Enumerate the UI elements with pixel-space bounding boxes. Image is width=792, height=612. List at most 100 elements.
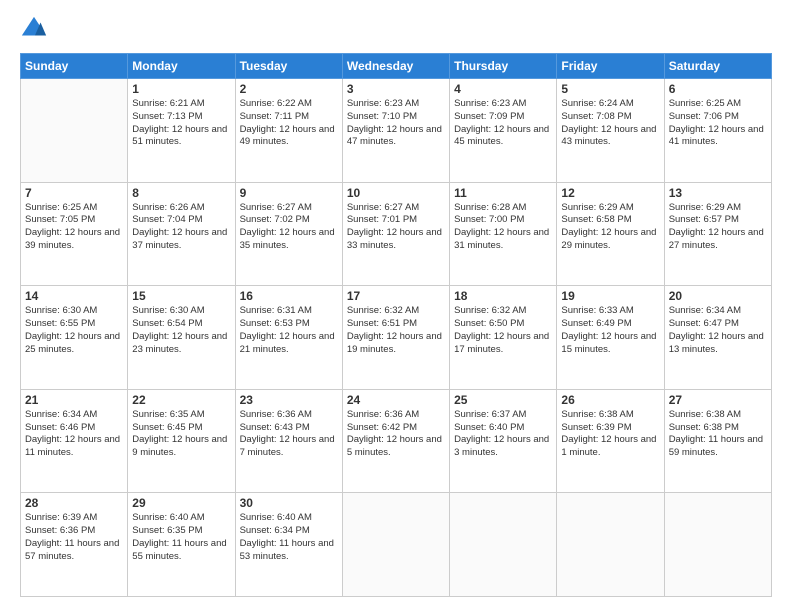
day-info: Sunrise: 6:33 AMSunset: 6:49 PMDaylight:… [561, 305, 659, 356]
day-info: Sunrise: 6:29 AMSunset: 6:58 PMDaylight:… [561, 202, 659, 253]
day-number: 5 [561, 82, 659, 96]
day-number: 17 [347, 289, 445, 303]
calendar-cell: 15Sunrise: 6:30 AMSunset: 6:54 PMDayligh… [128, 286, 235, 390]
calendar-cell: 28 Sunrise: 6:39 AMSunset: 6:36 PMDayligh… [21, 493, 128, 597]
day-info: Sunrise: 6:38 AMSunset: 6:38 PMDaylight:… [669, 409, 767, 460]
calendar-header: SundayMondayTuesdayWednesdayThursdayFrid… [21, 54, 772, 79]
weekday-header-friday: Friday [557, 54, 664, 79]
day-info: Sunrise: 6:25 AMSunset: 7:06 PMDaylight:… [669, 98, 767, 149]
calendar-cell: 4 Sunrise: 6:23 AMSunset: 7:09 PMDaylight… [450, 79, 557, 183]
day-info: Sunrise: 6:23 AMSunset: 7:10 PMDaylight:… [347, 98, 445, 149]
day-info: Sunrise: 6:31 AMSunset: 6:53 PMDaylight:… [240, 305, 338, 356]
calendar-cell: 14 Sunrise: 6:30 AMSunset: 6:55 PMDayligh… [21, 286, 128, 390]
day-number: 2 [240, 82, 338, 96]
calendar-cell [450, 493, 557, 597]
day-number: 25 [454, 393, 552, 407]
day-info: Sunrise: 6:28 AMSunset: 7:00 PMDaylight:… [454, 202, 552, 253]
day-info: Sunrise: 6:30 AMSunset: 6:55 PMDaylight:… [25, 305, 123, 356]
day-info: Sunrise: 6:23 AMSunset: 7:09 PMDaylight:… [454, 98, 552, 149]
day-number: 14 [25, 289, 123, 303]
day-number: 3 [347, 82, 445, 96]
calendar-cell: 18 Sunrise: 6:32 AMSunset: 6:50 PMDayligh… [450, 286, 557, 390]
calendar-week-0: 1 Sunrise: 6:21 AMSunset: 7:13 PMDaylight… [21, 79, 772, 183]
day-info: Sunrise: 6:40 AMSunset: 6:35 PMDaylight:… [132, 512, 230, 563]
calendar-cell: 6 Sunrise: 6:25 AMSunset: 7:06 PMDaylight… [664, 79, 771, 183]
calendar-cell [557, 493, 664, 597]
day-info: Sunrise: 6:38 AMSunset: 6:39 PMDaylight:… [561, 409, 659, 460]
calendar-cell: 26 Sunrise: 6:38 AMSunset: 6:39 PMDayligh… [557, 389, 664, 493]
day-number: 7 [25, 186, 123, 200]
day-number: 9 [240, 186, 338, 200]
day-number: 22 [132, 393, 230, 407]
day-number: 26 [561, 393, 659, 407]
weekday-row: SundayMondayTuesdayWednesdayThursdayFrid… [21, 54, 772, 79]
day-info: Sunrise: 6:22 AMSunset: 7:11 PMDaylight:… [240, 98, 338, 149]
day-number: 21 [25, 393, 123, 407]
header [20, 15, 772, 43]
day-info: Sunrise: 6:21 AMSunset: 7:13 PMDaylight:… [132, 98, 230, 149]
day-info: Sunrise: 6:27 AMSunset: 7:01 PMDaylight:… [347, 202, 445, 253]
day-info: Sunrise: 6:34 AMSunset: 6:46 PMDaylight:… [25, 409, 123, 460]
calendar-week-1: 7Sunrise: 6:25 AMSunset: 7:05 PMDaylight… [21, 182, 772, 286]
calendar-cell: 24 Sunrise: 6:36 AMSunset: 6:42 PMDayligh… [342, 389, 449, 493]
day-number: 12 [561, 186, 659, 200]
day-info: Sunrise: 6:39 AMSunset: 6:36 PMDaylight:… [25, 512, 123, 563]
weekday-header-thursday: Thursday [450, 54, 557, 79]
calendar-cell: 22Sunrise: 6:35 AMSunset: 6:45 PMDayligh… [128, 389, 235, 493]
calendar-cell: 11 Sunrise: 6:28 AMSunset: 7:00 PMDayligh… [450, 182, 557, 286]
calendar-week-2: 14 Sunrise: 6:30 AMSunset: 6:55 PMDayligh… [21, 286, 772, 390]
day-number: 1 [132, 82, 230, 96]
day-number: 24 [347, 393, 445, 407]
weekday-header-monday: Monday [128, 54, 235, 79]
day-number: 18 [454, 289, 552, 303]
day-number: 20 [669, 289, 767, 303]
logo-icon [20, 15, 48, 43]
calendar-cell: 12 Sunrise: 6:29 AMSunset: 6:58 PMDayligh… [557, 182, 664, 286]
day-info: Sunrise: 6:26 AMSunset: 7:04 PMDaylight:… [132, 202, 230, 253]
day-number: 10 [347, 186, 445, 200]
calendar-cell: 25 Sunrise: 6:37 AMSunset: 6:40 PMDayligh… [450, 389, 557, 493]
day-number: 27 [669, 393, 767, 407]
calendar-cell [342, 493, 449, 597]
calendar-cell: 10 Sunrise: 6:27 AMSunset: 7:01 PMDayligh… [342, 182, 449, 286]
day-number: 23 [240, 393, 338, 407]
day-info: Sunrise: 6:27 AMSunset: 7:02 PMDaylight:… [240, 202, 338, 253]
day-info: Sunrise: 6:36 AMSunset: 6:42 PMDaylight:… [347, 409, 445, 460]
day-info: Sunrise: 6:30 AMSunset: 6:54 PMDaylight:… [132, 305, 230, 356]
day-number: 19 [561, 289, 659, 303]
calendar-cell: 2 Sunrise: 6:22 AMSunset: 7:11 PMDaylight… [235, 79, 342, 183]
calendar-cell: 21 Sunrise: 6:34 AMSunset: 6:46 PMDayligh… [21, 389, 128, 493]
calendar-week-3: 21 Sunrise: 6:34 AMSunset: 6:46 PMDayligh… [21, 389, 772, 493]
day-number: 4 [454, 82, 552, 96]
day-number: 8 [132, 186, 230, 200]
calendar-cell: 8 Sunrise: 6:26 AMSunset: 7:04 PMDaylight… [128, 182, 235, 286]
calendar-cell: 29 Sunrise: 6:40 AMSunset: 6:35 PMDayligh… [128, 493, 235, 597]
day-info: Sunrise: 6:34 AMSunset: 6:47 PMDaylight:… [669, 305, 767, 356]
day-info: Sunrise: 6:32 AMSunset: 6:50 PMDaylight:… [454, 305, 552, 356]
calendar-cell: 20 Sunrise: 6:34 AMSunset: 6:47 PMDayligh… [664, 286, 771, 390]
calendar-cell: 23 Sunrise: 6:36 AMSunset: 6:43 PMDayligh… [235, 389, 342, 493]
weekday-header-tuesday: Tuesday [235, 54, 342, 79]
weekday-header-sunday: Sunday [21, 54, 128, 79]
calendar-cell: 3 Sunrise: 6:23 AMSunset: 7:10 PMDaylight… [342, 79, 449, 183]
calendar-cell: 13Sunrise: 6:29 AMSunset: 6:57 PMDayligh… [664, 182, 771, 286]
page: SundayMondayTuesdayWednesdayThursdayFrid… [0, 0, 792, 612]
day-info: Sunrise: 6:29 AMSunset: 6:57 PMDaylight:… [669, 202, 767, 253]
calendar-cell: 19 Sunrise: 6:33 AMSunset: 6:49 PMDayligh… [557, 286, 664, 390]
day-number: 28 [25, 496, 123, 510]
calendar-cell: 5 Sunrise: 6:24 AMSunset: 7:08 PMDaylight… [557, 79, 664, 183]
calendar-cell [664, 493, 771, 597]
day-info: Sunrise: 6:24 AMSunset: 7:08 PMDaylight:… [561, 98, 659, 149]
weekday-header-saturday: Saturday [664, 54, 771, 79]
day-number: 30 [240, 496, 338, 510]
calendar-cell: 1 Sunrise: 6:21 AMSunset: 7:13 PMDaylight… [128, 79, 235, 183]
day-info: Sunrise: 6:37 AMSunset: 6:40 PMDaylight:… [454, 409, 552, 460]
calendar-cell: 27 Sunrise: 6:38 AMSunset: 6:38 PMDayligh… [664, 389, 771, 493]
day-number: 6 [669, 82, 767, 96]
calendar-cell: 9 Sunrise: 6:27 AMSunset: 7:02 PMDaylight… [235, 182, 342, 286]
day-number: 29 [132, 496, 230, 510]
day-info: Sunrise: 6:36 AMSunset: 6:43 PMDaylight:… [240, 409, 338, 460]
day-number: 11 [454, 186, 552, 200]
weekday-header-wednesday: Wednesday [342, 54, 449, 79]
calendar-table: SundayMondayTuesdayWednesdayThursdayFrid… [20, 53, 772, 597]
